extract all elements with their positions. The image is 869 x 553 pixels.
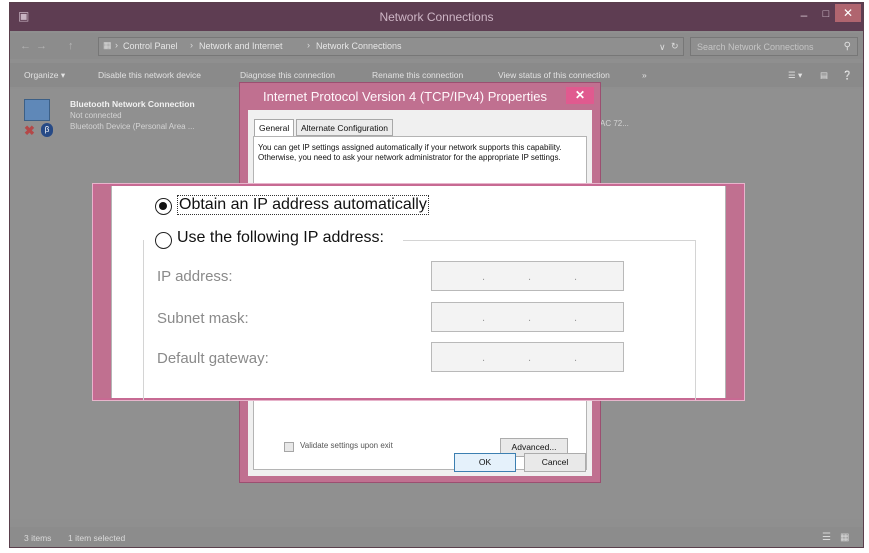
zoom-divider-left [111, 186, 112, 398]
disable-device-button[interactable]: Disable this network device [98, 70, 201, 80]
connection-device: Bluetooth Device (Personal Area ... [70, 122, 195, 131]
subnet-mask-field[interactable]: ... [431, 302, 624, 332]
search-placeholder: Search Network Connections [697, 42, 814, 52]
minimize-button[interactable]: – [797, 8, 811, 22]
zoom-border-left [95, 186, 111, 398]
breadcrumb-separator: › [307, 40, 310, 50]
maximize-button[interactable]: □ [819, 8, 833, 20]
disconnected-icon: ✖ [24, 123, 35, 138]
address-bar: ← → ↑ ▦ › Control Panel › Network and In… [10, 33, 863, 59]
validate-label: Validate settings upon exit [300, 441, 393, 450]
details-view-icon[interactable]: ☰ [822, 532, 831, 543]
tab-alternate-configuration[interactable]: Alternate Configuration [296, 119, 393, 136]
tab-general[interactable]: General [254, 119, 295, 137]
more-commands-button[interactable]: » [642, 70, 647, 80]
forward-arrow-icon[interactable]: → [36, 40, 47, 52]
subnet-mask-label: Subnet mask: [157, 310, 249, 327]
up-arrow-icon[interactable]: ↑ [68, 40, 74, 52]
obtain-ip-auto-radio[interactable] [155, 198, 172, 215]
address-box[interactable]: ▦ › Control Panel › Network and Internet… [98, 37, 684, 56]
window-title: Network Connections [379, 10, 494, 24]
help-icon[interactable]: ❔ [842, 70, 853, 81]
connection-status: Not connected [70, 111, 122, 120]
breadcrumb-network-and-internet[interactable]: Network and Internet [199, 41, 283, 51]
item-count: 3 items [24, 533, 52, 543]
title-bar: ▣ Network Connections – □ ✕ [10, 3, 863, 31]
default-gateway-label: Default gateway: [157, 350, 269, 367]
breadcrumb-separator: › [190, 40, 193, 50]
groupbox-right-border [695, 240, 696, 400]
groupbox-top-border [403, 240, 695, 241]
search-input[interactable]: Search Network Connections ⚲ [690, 37, 858, 56]
control-panel-icon: ▦ [103, 40, 112, 50]
zoom-divider-right [725, 186, 726, 398]
obtain-ip-auto-label[interactable]: Obtain an IP address automatically [177, 195, 429, 215]
connection-name: Bluetooth Network Connection [70, 99, 195, 109]
cancel-button[interactable]: Cancel [524, 453, 586, 472]
breadcrumb-network-connections[interactable]: Network Connections [316, 41, 402, 51]
view-status-button[interactable]: View status of this connection [498, 70, 610, 80]
use-following-ip-radio[interactable] [155, 232, 172, 249]
rename-button[interactable]: Rename this connection [372, 70, 463, 80]
ip-address-field[interactable]: ... [431, 261, 624, 291]
breadcrumb-control-panel[interactable]: Control Panel [123, 41, 178, 51]
zoom-callout: Obtain an IP address automatically Use t… [93, 184, 744, 400]
preview-pane-icon[interactable]: ▤ [820, 70, 828, 81]
search-icon: ⚲ [843, 41, 851, 52]
groupbox-left-border [143, 240, 144, 400]
refresh-icon[interactable]: ↻ [671, 41, 679, 52]
use-following-ip-label[interactable]: Use the following IP address: [177, 229, 384, 247]
network-adapter-icon [24, 99, 50, 121]
back-arrow-icon[interactable]: ← [20, 40, 31, 52]
close-button[interactable]: ✕ [835, 4, 861, 22]
validate-checkbox[interactable] [284, 442, 294, 452]
tiles-view-icon[interactable]: ▦ [840, 532, 849, 543]
diagnose-button[interactable]: Diagnose this connection [240, 70, 335, 80]
selection-count: 1 item selected [68, 533, 126, 543]
change-view-icon[interactable]: ☰ ▾ [788, 70, 802, 81]
zoom-border-right [726, 186, 742, 398]
dropdown-chevron-icon[interactable]: ∨ [659, 42, 666, 53]
breadcrumb-separator: › [115, 40, 118, 50]
dialog-title: Internet Protocol Version 4 (TCP/IPv4) P… [263, 89, 547, 104]
bluetooth-icon: β [41, 123, 53, 137]
dialog-description: You can get IP settings assigned automat… [258, 143, 562, 162]
ok-button[interactable]: OK [454, 453, 516, 472]
ip-address-label: IP address: [157, 268, 233, 285]
connection-device-fragment: AC 72... [600, 119, 629, 128]
organize-button[interactable]: Organize ▾ [24, 70, 65, 81]
default-gateway-field[interactable]: ... [431, 342, 624, 372]
dialog-close-button[interactable]: ✕ [566, 87, 594, 104]
status-bar: 3 items 1 item selected ☰ ▦ [10, 527, 863, 547]
